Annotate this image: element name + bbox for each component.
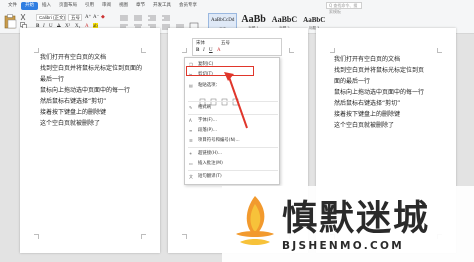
text-line[interactable]: 这个空白页就被删除了 [40,120,100,128]
margin-marker [182,48,187,53]
text-line[interactable]: 然后鼠标右键选择“剪切” [334,100,400,108]
tab-home[interactable]: 开始 [21,1,38,10]
text-line[interactable]: 找到空白页并将鼠标光标定位到页 [334,67,424,75]
watermark-title: 慎默迷城 [282,199,431,239]
margin-marker [182,234,187,239]
menu-item-bullets[interactable]: ☰ 项目符号和编号(N)... [185,136,281,146]
text-line[interactable]: 鼠标向上拖动选中页面中的每一行 [40,87,130,95]
paragraph-icon: ≡ [189,128,193,133]
tab-file[interactable]: 文件 [4,2,21,10]
menu-separator [188,170,278,171]
list-icon: ☰ [189,138,193,143]
mini-size-select[interactable]: 五号 [221,40,230,46]
tab-page-layout[interactable]: 页面布局 [55,2,81,10]
mini-toolbar: 宋体 五号 B I U A [192,38,282,56]
shrink-font-icon[interactable]: A⁻ [93,14,99,21]
menu-item-translate[interactable]: 文 短句翻译(T) [185,172,281,182]
cut-icon[interactable] [20,14,27,21]
menu-item-insert-comment[interactable]: ▭ 插入批注(M) [185,159,281,169]
paste-icon[interactable] [4,14,18,30]
text-line[interactable]: 最后一行 [40,76,64,84]
mini-font-color-icon[interactable]: A [217,48,221,53]
tab-insert[interactable]: 插入 [38,2,55,10]
font-icon: A [189,118,192,123]
grow-font-icon[interactable]: A⁺ [85,14,91,21]
pointer-arrow [224,72,248,129]
margin-marker [330,48,335,53]
font-name-select[interactable]: Calibri (正文) [36,14,66,21]
tab-view[interactable]: 视图 [115,2,132,10]
tab-developer[interactable]: 开发工具 [149,2,175,10]
margin-marker [34,234,39,239]
text-line[interactable]: 接着按下键盘上的删除键 [40,109,106,117]
margin-marker [289,48,294,53]
text-line[interactable]: 面的最后一行 [334,78,370,86]
tab-review[interactable]: 审阅 [98,2,115,10]
font-size-select[interactable]: 五号 [68,14,82,21]
text-line[interactable]: 找到空白页并将鼠标光标定位到页面的 [40,65,142,73]
text-line[interactable]: 然后鼠标右键选择“剪切” [40,98,106,106]
paste-icon: ▤ [189,83,193,88]
watermark: 慎默迷城 BJSHENMO.COM [222,186,474,262]
translate-icon: 文 [189,174,193,179]
brush-icon: ✎ [189,105,193,110]
watermark-url: BJSHENMO.COM [282,240,405,252]
mini-font-select[interactable]: 宋体 [196,40,205,46]
comment-icon: ▭ [189,161,193,166]
margin-marker [141,48,146,53]
clear-format-icon[interactable]: ◆ [101,14,105,21]
text-line[interactable]: 我们打开有空白页的文档 [334,56,400,64]
text-line[interactable]: 这个空白页就被删除了 [334,122,394,130]
text-line[interactable]: 鼠标向上拖动选中页面中的每一行 [334,89,424,97]
brand-logo-icon [236,196,274,245]
mini-italic-icon[interactable]: I [203,48,205,53]
ribbon-tabs: 文件 开始 插入 页面布局 引用 审阅 视图 章节 开发工具 会员专享 [0,0,474,11]
menu-item-hyperlink[interactable]: ⚭ 超链接(H)... [185,149,281,159]
text-line[interactable]: 我们打开有空白页的文档 [40,54,106,62]
app-window: 文件 开始 插入 页面布局 引用 审阅 视图 章节 开发工具 会员专享 Q 查找… [0,0,474,262]
mini-bold-icon[interactable]: B [196,48,199,53]
margin-marker [141,234,146,239]
command-search-input[interactable]: Q 查找命令、搜索模板 [326,2,362,14]
margin-marker [437,48,442,53]
menu-separator [188,147,278,148]
link-icon: ⚭ [189,151,193,156]
tab-references[interactable]: 引用 [81,2,98,10]
mini-underline-icon[interactable]: U [209,48,213,53]
tab-member[interactable]: 会员专享 [175,2,201,10]
text-line[interactable]: 接着按下键盘上的删除键 [334,111,400,119]
tab-sections[interactable]: 章节 [132,2,149,10]
margin-marker [34,48,39,53]
page-before[interactable]: 我们打开有空白页的文档 找到空白页并将鼠标光标定位到页面的 最后一行 鼠标向上拖… [20,28,160,253]
